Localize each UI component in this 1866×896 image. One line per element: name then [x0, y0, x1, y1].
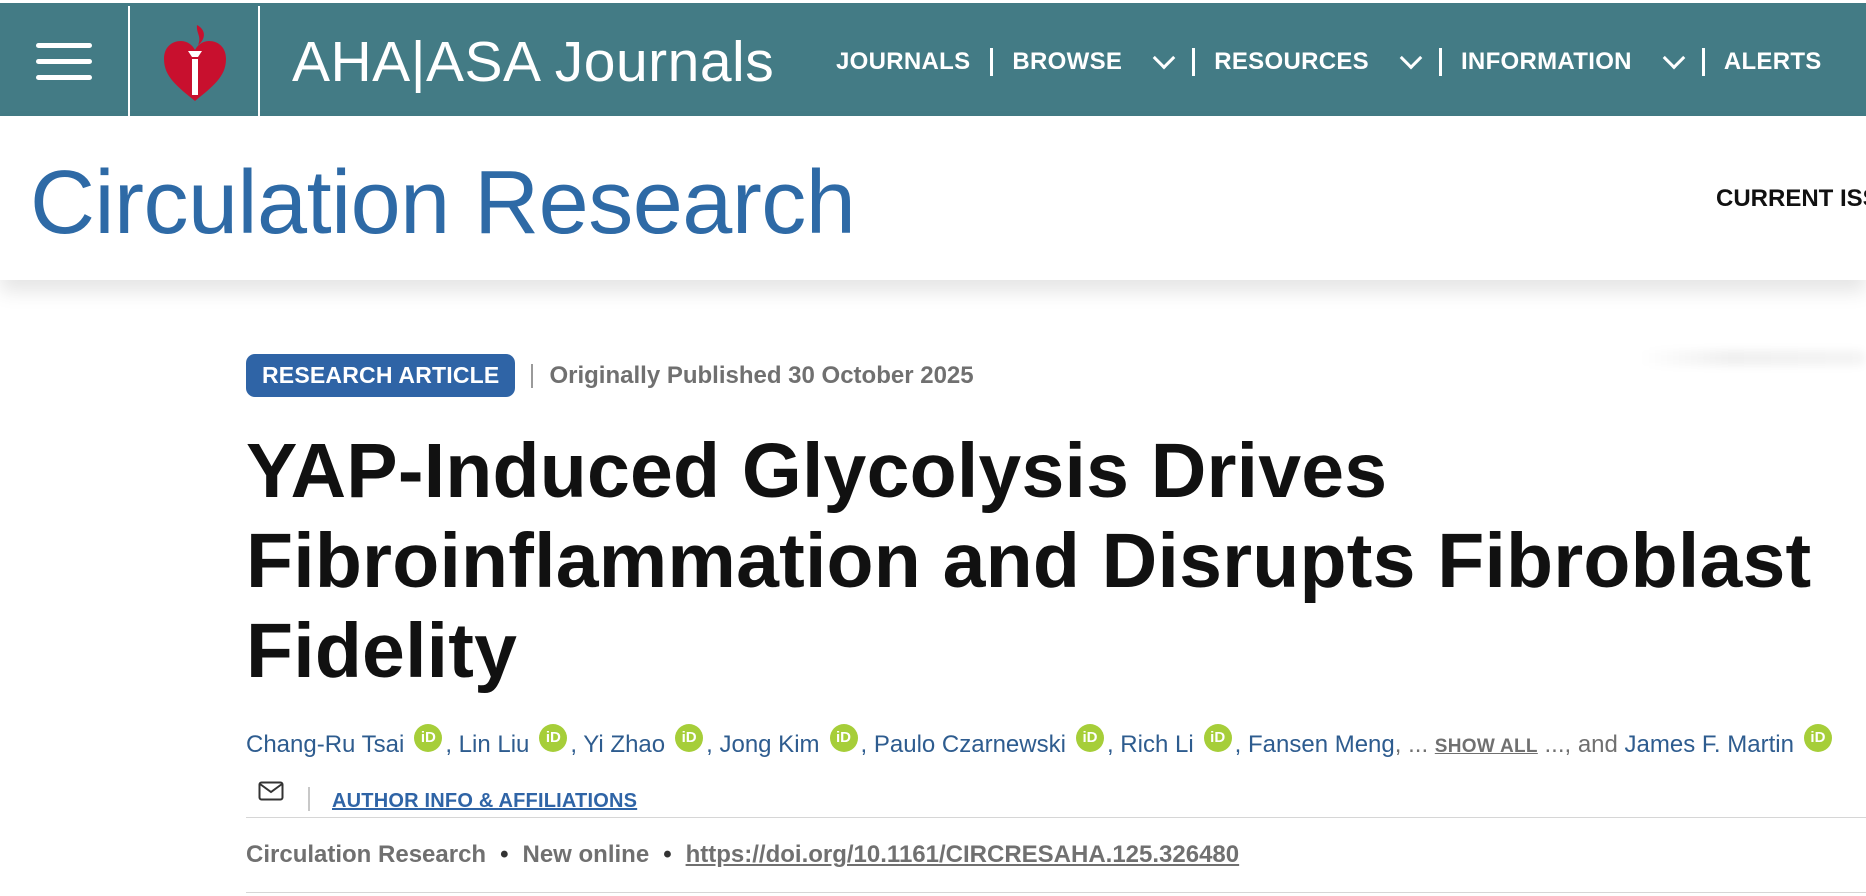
nav-current-issue[interactable]: CURRENT ISS	[1716, 185, 1866, 213]
nav-resources[interactable]: RESOURCES	[1214, 46, 1423, 76]
citation-journal: Circulation Research	[246, 841, 487, 868]
nav-journals[interactable]: JOURNALS	[836, 48, 970, 76]
nav-divider	[128, 6, 130, 116]
author-ellipsis: ...	[1408, 731, 1429, 758]
orcid-icon[interactable]: iD	[829, 724, 858, 752]
nav-information-label: INFORMATION	[1460, 48, 1632, 75]
author-link[interactable]: Paulo Czarnewski	[874, 731, 1066, 758]
author-link[interactable]: Chang-Ru Tsai	[246, 731, 404, 758]
orcid-icon[interactable]: iD	[539, 724, 568, 752]
nav-resources-label: RESOURCES	[1214, 48, 1369, 75]
bullet-separator: •	[500, 841, 509, 868]
author-link[interactable]: Rich Li	[1120, 731, 1193, 758]
author-link[interactable]: Fansen Meng	[1248, 731, 1395, 758]
publication-status: New online	[522, 841, 650, 868]
divider	[246, 892, 1866, 893]
last-author-link[interactable]: James F. Martin	[1625, 731, 1794, 758]
author-link[interactable]: Lin Liu	[459, 731, 530, 758]
chevron-down-icon[interactable]	[1399, 46, 1423, 70]
nav-browse[interactable]: BROWSE	[1012, 46, 1176, 76]
nav-separator	[990, 48, 994, 76]
bullet-separator: •	[663, 841, 672, 868]
nav-journals-label: JOURNALS	[836, 48, 971, 75]
orcid-icon[interactable]: iD	[414, 724, 443, 752]
main-nav: JOURNALS BROWSE RESOURCES INFORMATION AL…	[836, 46, 1822, 76]
article-meta: RESEARCH ARTICLE Originally Published 30…	[246, 354, 974, 397]
side-panel-shadow	[1640, 350, 1866, 366]
orcid-icon[interactable]: iD	[1203, 724, 1232, 752]
menu-icon[interactable]	[36, 43, 92, 83]
and-separator: ..., and	[1544, 731, 1618, 758]
author-link[interactable]: Yi Zhao	[583, 731, 665, 758]
author-info-affiliations-link[interactable]: AUTHOR INFO & AFFILIATIONS	[332, 790, 637, 812]
citation-line: Circulation Research • New online • https://…	[246, 841, 1239, 869]
journal-header: Circulation Research CURRENT ISS	[0, 116, 1866, 280]
nav-separator	[1192, 48, 1196, 76]
chevron-down-icon[interactable]	[1152, 46, 1176, 70]
chevron-down-icon[interactable]	[1662, 46, 1686, 70]
author-separator	[308, 787, 310, 811]
nav-alerts[interactable]: ALERTS	[1724, 48, 1822, 76]
orcid-icon[interactable]: iD	[675, 724, 704, 752]
divider	[246, 817, 1866, 818]
heart-torch-logo[interactable]	[160, 21, 230, 105]
top-nav-bar: AHA|ASA Journals JOURNALS BROWSE RESOURC…	[0, 0, 1866, 116]
author-list: Chang-Ru Tsai iD, Lin Liu iD, Yi Zhao iD, J…	[246, 718, 1866, 828]
show-all-authors-button[interactable]: SHOW ALL	[1435, 736, 1538, 757]
publication-date: Originally Published 30 October 2025	[549, 361, 974, 389]
article-title: YAP-Induced Glycolysis Drives Fibroinfla…	[246, 428, 1812, 694]
nav-separator	[1438, 48, 1442, 76]
author-link[interactable]: Jong Kim	[719, 731, 819, 758]
nav-browse-label: BROWSE	[1012, 48, 1123, 75]
nav-alerts-label: ALERTS	[1723, 48, 1822, 75]
journal-title[interactable]: Circulation Research	[30, 152, 856, 255]
mail-icon[interactable]	[258, 781, 284, 801]
orcid-icon[interactable]: iD	[1803, 724, 1832, 752]
doi-link[interactable]: https://doi.org/10.1161/CIRCRESAHA.125.3…	[686, 841, 1240, 868]
brand-name[interactable]: AHA|ASA Journals	[292, 29, 774, 95]
meta-separator	[531, 363, 534, 388]
nav-information[interactable]: INFORMATION	[1460, 46, 1686, 76]
article-type-badge: RESEARCH ARTICLE	[246, 354, 516, 397]
nav-divider	[258, 6, 260, 116]
nav-separator	[1701, 48, 1705, 76]
orcid-icon[interactable]: iD	[1075, 724, 1104, 752]
